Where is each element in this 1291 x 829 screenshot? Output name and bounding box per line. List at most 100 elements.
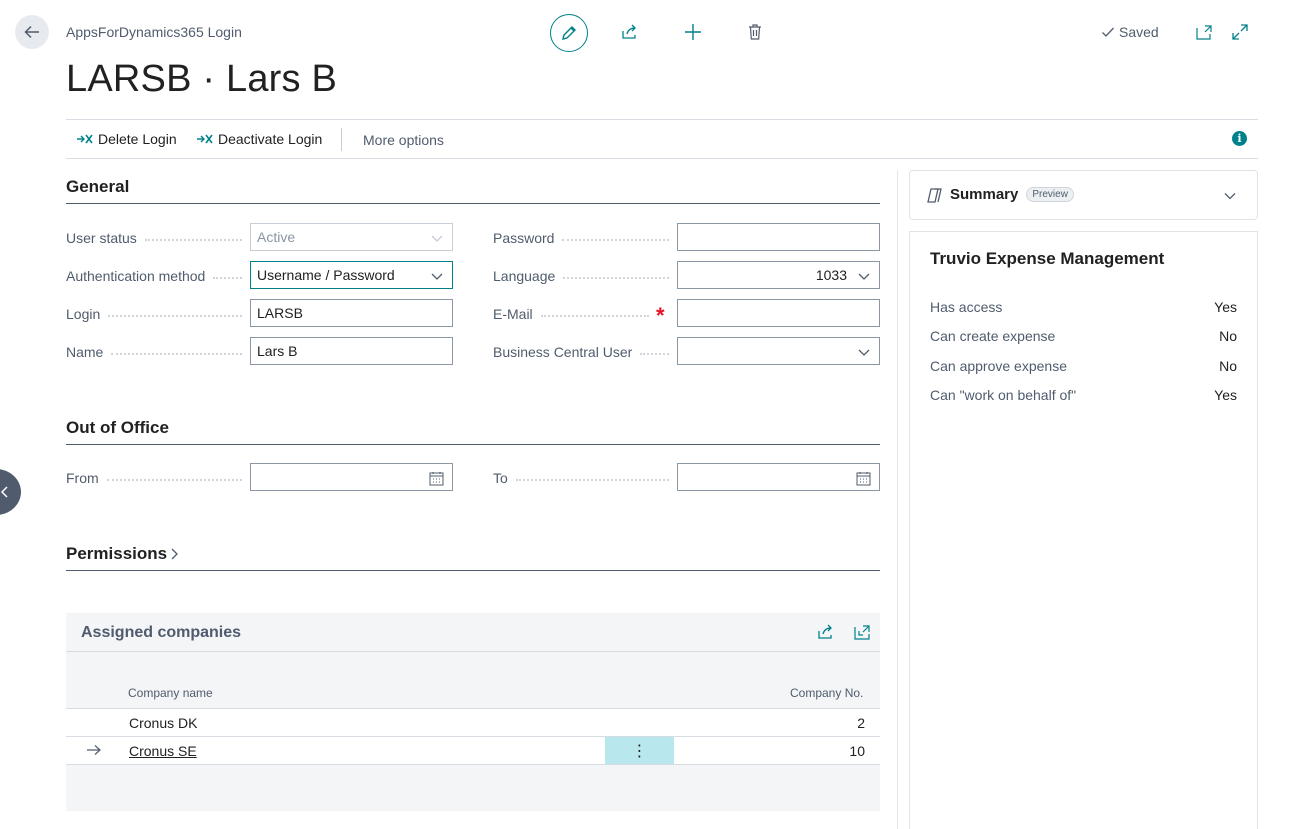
company-no-cell: 2 [857,715,865,731]
factbox-divider [897,170,898,829]
back-button[interactable] [15,15,49,49]
auth-method-label: Authentication method [66,268,242,284]
auth-method-field[interactable]: Username / Password [250,261,453,289]
calendar-icon[interactable] [429,471,444,486]
breadcrumb: AppsForDynamics365 Login [66,24,242,40]
part-expand-button[interactable] [846,616,878,648]
factbox-row: Can "work on behalf of" Yes [930,387,1237,403]
to-label: To [493,470,669,486]
general-section-divider [66,203,880,204]
expense-factbox-card [909,231,1258,829]
login-field[interactable]: LARSB [250,299,453,327]
more-options-button[interactable]: More options [363,132,444,148]
company-no-cell: 10 [849,743,865,759]
bc-user-label: Business Central User [493,344,669,360]
chevron-right-icon [171,548,179,560]
name-label: Name [66,344,242,360]
user-status-field[interactable]: Active [250,223,453,251]
permissions-section-title[interactable]: Permissions [66,544,181,564]
login-label: Login [66,306,242,322]
name-field[interactable]: Lars B [250,337,453,365]
language-label: Language [493,268,669,284]
share-icon [817,624,832,639]
factbox-row: Can approve expense No [930,358,1237,374]
chevron-down-icon [858,349,870,356]
saved-status: Saved [1101,24,1159,40]
delete-login-action[interactable]: Delete Login [76,131,177,147]
expand-button[interactable] [1224,16,1256,48]
part-share-button[interactable] [809,616,841,648]
calendar-icon[interactable] [856,471,871,486]
factbox-row-label: Can create expense [930,328,1056,344]
page-title: LARSB · Lars B [66,58,338,100]
edit-button[interactable] [550,14,588,52]
permissions-divider [66,570,880,571]
summary-title: Summary [950,186,1019,203]
assigned-companies-title[interactable]: Assigned companies [81,624,241,642]
info-icon[interactable]: i [1232,131,1247,146]
summary-expand-chevron[interactable] [1223,189,1237,206]
share-icon [622,24,636,39]
language-field[interactable]: 1033 [677,261,880,289]
chevron-down-icon [431,273,443,280]
share-button[interactable] [614,16,646,48]
password-field[interactable] [677,223,880,251]
company-name-link[interactable]: Cronus SE [129,743,197,759]
password-label: Password [493,230,669,246]
from-label: From [66,470,242,486]
expand-icon [1232,24,1248,40]
out-of-office-divider [66,444,880,445]
factbox-row-label: Can approve expense [930,358,1067,374]
factbox-row-label: Can "work on behalf of" [930,387,1077,403]
to-date-field[interactable] [677,463,880,491]
open-in-new-window-icon [1195,24,1212,40]
factbox-row-value[interactable]: No [1219,328,1237,344]
plus-icon [685,24,701,40]
saved-label: Saved [1119,24,1159,40]
side-panel-toggle[interactable] [0,469,21,515]
chevron-down-icon [858,273,870,280]
company-name-cell[interactable]: Cronus DK [129,715,197,731]
factbox-row-label: Has access [930,299,1003,315]
chevron-down-icon [431,235,443,242]
deactivate-login-action[interactable]: Deactivate Login [196,131,322,147]
part-header-divider [66,651,880,652]
factbox-row-value[interactable]: Yes [1214,387,1237,403]
email-label: E-Mail [493,306,649,322]
chevron-left-icon [0,486,8,498]
column-header-company-no[interactable]: Company No. [790,686,863,700]
row-indicator-arrow-icon [86,743,102,759]
deactivate-login-label: Deactivate Login [218,131,323,147]
email-field[interactable] [677,299,880,327]
required-indicator: * [656,303,665,328]
bc-user-field[interactable] [677,337,880,365]
column-header-company-name[interactable]: Company name [128,686,213,700]
delete-login-icon [77,134,93,144]
new-button[interactable] [677,16,709,48]
arrow-left-icon [24,25,39,39]
deactivate-login-icon [197,134,213,144]
expand-view-icon [854,624,870,640]
copilot-summary-icon [926,187,943,207]
open-new-window-button[interactable] [1188,16,1220,48]
factbox-row-value[interactable]: No [1219,358,1237,374]
summary-header: Summary Preview [950,186,1074,203]
action-bar-bottom-divider [66,158,1258,159]
delete-button[interactable] [739,16,771,48]
general-section-title[interactable]: General [66,177,129,197]
factbox-row: Can create expense No [930,328,1237,344]
chevron-down-icon [1224,193,1236,200]
factbox-card-title: Truvio Expense Management [930,249,1165,268]
action-bar-top-divider [66,119,1258,120]
preview-badge: Preview [1026,187,1074,202]
action-separator [341,128,342,151]
row-actions-ellipsis-icon[interactable]: ⋮ [605,737,674,764]
user-status-label: User status [66,230,242,246]
checkmark-icon [1102,27,1114,37]
delete-login-label: Delete Login [98,131,177,147]
from-date-field[interactable] [250,463,453,491]
factbox-row-value[interactable]: Yes [1214,299,1237,315]
out-of-office-section-title[interactable]: Out of Office [66,418,169,438]
pencil-icon [562,26,576,40]
factbox-row: Has access Yes [930,299,1237,315]
